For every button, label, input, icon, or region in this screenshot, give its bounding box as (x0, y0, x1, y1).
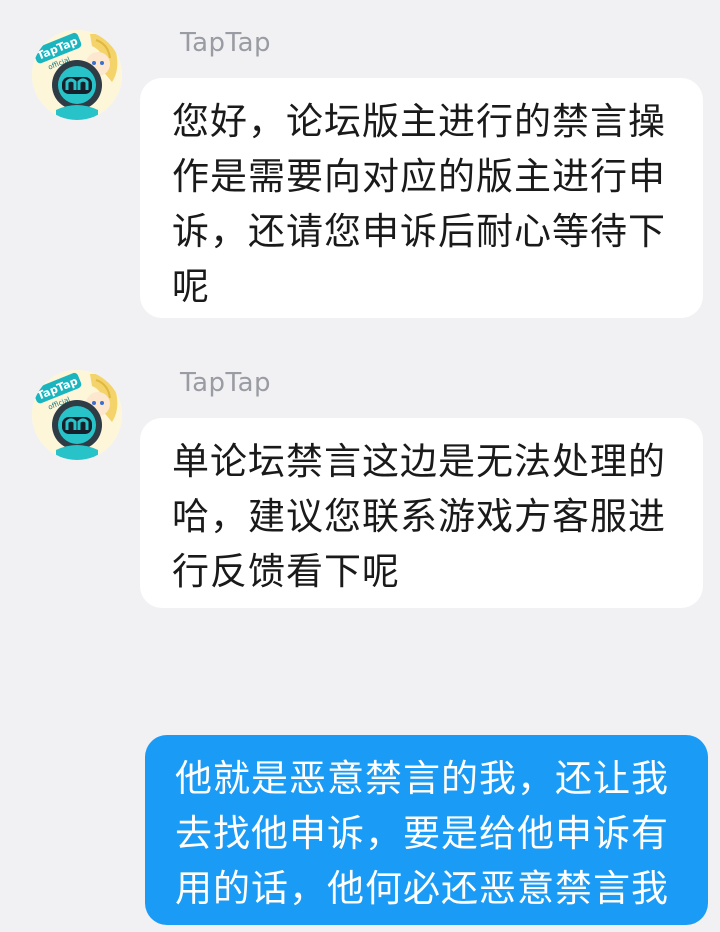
taptap-official-avatar-icon: TapTap official (32, 370, 122, 460)
chat-area: TapTap official TapTap 您好，论坛版主进行的禁言操作是需要… (0, 0, 720, 932)
message-bubble-outgoing[interactable]: 他就是恶意禁言的我，还让我去找他申诉，要是给他申诉有用的话，他何必还恶意禁言我 (145, 735, 708, 925)
taptap-official-avatar-icon: TapTap official (32, 30, 122, 120)
sender-name: TapTap (180, 28, 272, 58)
message-text: 他就是恶意禁言的我，还让我去找他申诉，要是给他申诉有用的话，他何必还恶意禁言我 (175, 757, 669, 910)
message-row-outgoing: 他就是恶意禁言的我，还让我去找他申诉，要是给他申诉有用的话，他何必还恶意禁言我 (0, 720, 720, 932)
taptap-avatar[interactable]: TapTap official (32, 370, 122, 460)
message-text: 您好，论坛版主进行的禁言操作是需要向对应的版主进行申诉，还请您申诉后耐心等待下呢 (172, 100, 666, 308)
message-text: 单论坛禁言这边是无法处理的哈，建议您联系游戏方客服进行反馈看下呢 (172, 440, 666, 593)
message-bubble-incoming[interactable]: 您好，论坛版主进行的禁言操作是需要向对应的版主进行申诉，还请您申诉后耐心等待下呢 (140, 78, 703, 318)
message-row-incoming: TapTap official TapTap 您好，论坛版主进行的禁言操作是需要… (0, 0, 720, 330)
taptap-avatar[interactable]: TapTap official (32, 30, 122, 120)
message-row-incoming: TapTap official TapTap 单论坛禁言这边是无法处理的哈，建议… (0, 340, 720, 620)
message-bubble-incoming[interactable]: 单论坛禁言这边是无法处理的哈，建议您联系游戏方客服进行反馈看下呢 (140, 418, 703, 608)
sender-name: TapTap (180, 368, 272, 398)
